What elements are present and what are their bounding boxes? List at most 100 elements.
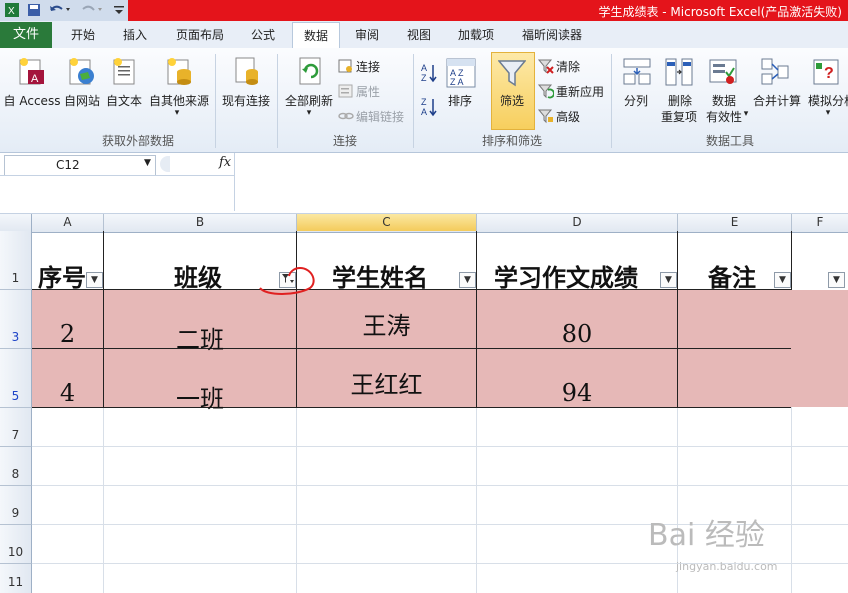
remove-duplicates-button-line2[interactable]: 重复项 bbox=[656, 108, 702, 125]
refresh-all-button[interactable]: 全部刷新 bbox=[282, 92, 336, 109]
advanced-button[interactable]: 高级 bbox=[556, 108, 580, 125]
cell-d3[interactable]: 80 bbox=[477, 320, 677, 348]
chevron-down-icon[interactable]: ▾ bbox=[170, 108, 184, 118]
filter-dropdown-a[interactable]: ▼ bbox=[86, 272, 103, 288]
data-validation-button-line1[interactable]: 数据 bbox=[706, 92, 742, 109]
properties-button[interactable]: 属性 bbox=[356, 83, 380, 100]
group-label-connections: 连接 bbox=[332, 134, 357, 148]
filter-dropdown-d[interactable]: ▼ bbox=[660, 272, 677, 288]
cell-b3[interactable]: 二班 bbox=[104, 320, 296, 355]
from-other-sources-button[interactable]: 自其他来源 bbox=[146, 92, 212, 109]
chevron-down-icon[interactable]: ▾ bbox=[302, 108, 316, 118]
svg-text:A: A bbox=[421, 107, 427, 117]
header-cell-score[interactable]: 学习作文成绩 bbox=[494, 258, 638, 293]
column-header-c[interactable]: C bbox=[297, 214, 477, 231]
group-label-sort-filter: 排序和筛选 bbox=[481, 134, 542, 148]
svg-text:Z: Z bbox=[421, 97, 427, 107]
tab-view[interactable]: 视图 bbox=[394, 22, 444, 48]
tab-foxit-reader[interactable]: 福昕阅读器 bbox=[512, 22, 592, 48]
row-header-5[interactable]: 5 bbox=[0, 349, 32, 408]
chevron-down-icon[interactable]: ▾ bbox=[822, 108, 834, 118]
header-cell-remarks[interactable]: 备注 bbox=[708, 258, 756, 293]
redo-icon[interactable] bbox=[80, 2, 104, 19]
what-if-analysis-button[interactable]: 模拟分析 bbox=[804, 92, 848, 109]
tab-review[interactable]: 审阅 bbox=[342, 22, 392, 48]
sort-az-icon[interactable]: AZ bbox=[420, 62, 440, 87]
row-header-8[interactable]: 8 bbox=[0, 447, 32, 486]
name-box[interactable] bbox=[4, 155, 156, 176]
data-validation-icon bbox=[708, 56, 738, 91]
gridline bbox=[32, 485, 848, 486]
from-access-button[interactable]: 自 Access bbox=[2, 92, 62, 109]
cell-b5[interactable]: 一班 bbox=[104, 379, 296, 414]
svg-text:X: X bbox=[8, 6, 15, 17]
tab-insert[interactable]: 插入 bbox=[110, 22, 160, 48]
row-header-11[interactable]: 11 bbox=[0, 564, 32, 593]
header-cell-id[interactable]: 序号 bbox=[38, 258, 86, 293]
row-header-9[interactable]: 9 bbox=[0, 486, 32, 525]
customize-qat-icon[interactable] bbox=[112, 2, 126, 19]
reapply-button[interactable]: 重新应用 bbox=[556, 83, 604, 100]
tab-page-layout[interactable]: 页面布局 bbox=[166, 22, 234, 48]
row-header-1[interactable]: 1 bbox=[0, 231, 32, 290]
filter-dropdown-f[interactable]: ▼ bbox=[828, 272, 845, 288]
filter-dropdown-e[interactable]: ▼ bbox=[774, 272, 791, 288]
table-border bbox=[791, 231, 792, 290]
tab-formulas[interactable]: 公式 bbox=[238, 22, 288, 48]
cell-a5[interactable]: 4 bbox=[32, 379, 103, 407]
chevron-down-icon[interactable]: ▼ bbox=[144, 158, 151, 168]
filter-dropdown-c[interactable]: ▼ bbox=[459, 272, 476, 288]
remove-duplicates-button-line1[interactable]: 删除 bbox=[660, 92, 700, 109]
connections-button[interactable]: 连接 bbox=[356, 58, 380, 75]
cell-a3[interactable]: 2 bbox=[32, 320, 103, 348]
filter-button[interactable]: 筛选 bbox=[491, 92, 533, 109]
column-header-e[interactable]: E bbox=[678, 214, 792, 231]
text-file-icon bbox=[110, 56, 140, 91]
row-header-3[interactable]: 3 bbox=[0, 290, 32, 349]
sort-za-icon[interactable]: ZA bbox=[420, 96, 440, 121]
filter-funnel-icon bbox=[497, 58, 527, 91]
sort-button[interactable]: 排序 bbox=[442, 92, 478, 109]
text-to-columns-icon bbox=[622, 56, 652, 91]
insert-function-icon[interactable]: fx bbox=[219, 155, 231, 170]
chevron-down-icon[interactable]: ▾ bbox=[740, 109, 752, 119]
cell-c3[interactable]: 王涛 bbox=[297, 306, 476, 341]
row-header-10[interactable]: 10 bbox=[0, 525, 32, 564]
formula-bar-splitter[interactable] bbox=[160, 156, 170, 172]
refresh-all-icon bbox=[296, 56, 326, 91]
svg-text:?: ? bbox=[824, 65, 834, 82]
column-header-a[interactable]: A bbox=[32, 214, 104, 231]
header-cell-class[interactable]: 班级 bbox=[174, 258, 222, 293]
row-header-7[interactable]: 7 bbox=[0, 408, 32, 447]
cell-c5[interactable]: 王红红 bbox=[297, 365, 476, 400]
what-if-icon: ? bbox=[812, 56, 842, 91]
formula-separator bbox=[234, 153, 235, 211]
consolidate-icon bbox=[760, 56, 790, 91]
from-text-button[interactable]: 自文本 bbox=[104, 92, 144, 109]
tab-home[interactable]: 开始 bbox=[58, 22, 108, 48]
window-title: 学生成绩表 - Microsoft Excel(产品激活失败) bbox=[598, 5, 842, 19]
svg-text:A: A bbox=[421, 63, 427, 73]
clear-button[interactable]: 清除 bbox=[556, 58, 580, 75]
edit-links-button[interactable]: 编辑链接 bbox=[356, 108, 404, 125]
filtered-rows-background-f bbox=[792, 290, 848, 407]
formula-input[interactable] bbox=[238, 156, 838, 174]
text-to-columns-button[interactable]: 分列 bbox=[620, 92, 652, 109]
from-web-button[interactable]: 自网站 bbox=[62, 92, 102, 109]
undo-icon[interactable] bbox=[48, 2, 72, 19]
column-header-b[interactable]: B bbox=[104, 214, 297, 231]
column-header-f[interactable]: F bbox=[792, 214, 848, 231]
tab-addins[interactable]: 加载项 bbox=[448, 22, 504, 48]
cell-d5[interactable]: 94 bbox=[477, 379, 677, 407]
tab-data[interactable]: 数据 bbox=[292, 22, 340, 49]
column-header-d[interactable]: D bbox=[477, 214, 678, 231]
consolidate-button[interactable]: 合并计算 bbox=[750, 92, 804, 109]
header-cell-student-name[interactable]: 学生姓名 bbox=[332, 258, 428, 293]
remove-duplicates-icon bbox=[664, 56, 694, 91]
save-icon[interactable] bbox=[26, 2, 42, 19]
select-all-corner[interactable] bbox=[0, 214, 32, 231]
svg-text:Z A: Z A bbox=[450, 77, 464, 87]
tab-file[interactable]: 文件 bbox=[0, 22, 52, 48]
svg-text:A: A bbox=[31, 73, 39, 85]
existing-connections-button[interactable]: 现有连接 bbox=[218, 92, 274, 109]
